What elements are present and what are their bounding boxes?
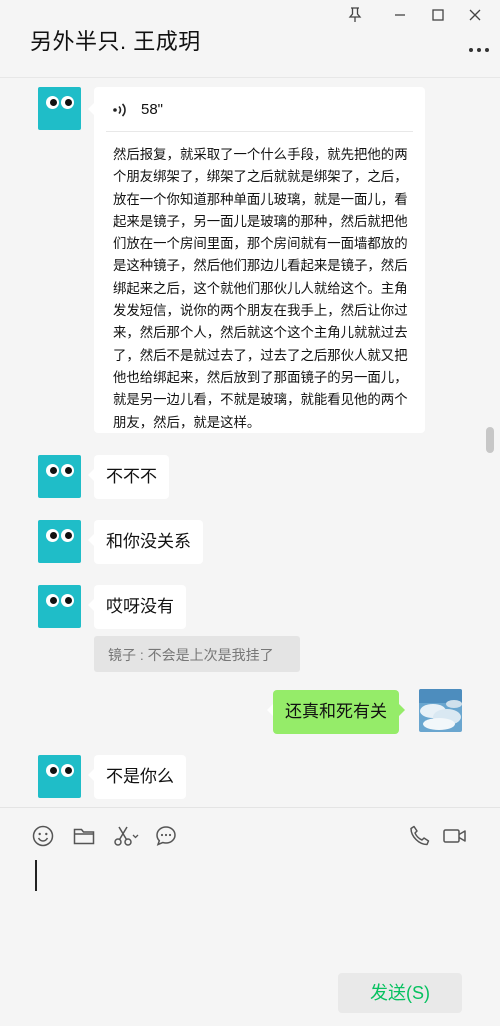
minimize-icon[interactable] <box>390 5 410 25</box>
chat-bubble-icon[interactable] <box>154 824 178 848</box>
avatar[interactable] <box>38 585 81 628</box>
avatar[interactable] <box>38 87 81 130</box>
close-icon[interactable] <box>465 5 485 25</box>
folder-icon[interactable] <box>72 824 96 848</box>
message-input[interactable] <box>30 856 470 956</box>
message-bubble[interactable]: 不是你么 <box>88 755 186 799</box>
phone-icon[interactable] <box>408 824 432 848</box>
avatar[interactable] <box>38 520 81 563</box>
chat-title: 另外半只. 王成玥 <box>30 29 201 54</box>
text-caret <box>35 860 37 891</box>
maximize-icon[interactable] <box>428 5 448 25</box>
pin-icon[interactable] <box>345 5 365 25</box>
more-icon[interactable] <box>468 46 490 54</box>
my-avatar[interactable] <box>419 689 462 732</box>
title-bar: 另外半只. 王成玥 <box>0 0 500 78</box>
divider <box>106 131 413 132</box>
emoji-icon[interactable] <box>31 824 55 848</box>
avatar[interactable] <box>38 755 81 798</box>
message-bubble[interactable]: 哎呀没有 <box>88 585 186 629</box>
chat-area[interactable]: 58" 然后报复，就采取了一个什么手段，就先把他的两个朋友绑架了，绑架了之后就就… <box>0 79 500 807</box>
avatar[interactable] <box>38 455 81 498</box>
voice-message[interactable]: 58" 然后报复，就采取了一个什么手段，就先把他的两个朋友绑架了，绑架了之后就就… <box>88 87 425 433</box>
quoted-message[interactable]: 镜子 : 不会是上次是我挂了 <box>94 636 300 672</box>
scrollbar[interactable] <box>486 427 494 453</box>
my-message-bubble[interactable]: 还真和死有关 <box>267 690 405 734</box>
video-icon[interactable] <box>442 824 468 848</box>
message-bubble[interactable]: 不不不 <box>88 455 169 499</box>
voice-icon <box>113 103 126 117</box>
scissors-icon[interactable] <box>112 824 140 848</box>
send-button[interactable]: 发送(S) <box>338 973 462 1013</box>
voice-transcript: 然后报复，就采取了一个什么手段，就先把他的两个朋友绑架了，绑架了之后就就是绑架了… <box>113 147 408 430</box>
voice-duration: 58" <box>141 101 164 118</box>
message-bubble[interactable]: 和你没关系 <box>88 520 203 564</box>
input-area: 发送(S) <box>0 807 500 1026</box>
